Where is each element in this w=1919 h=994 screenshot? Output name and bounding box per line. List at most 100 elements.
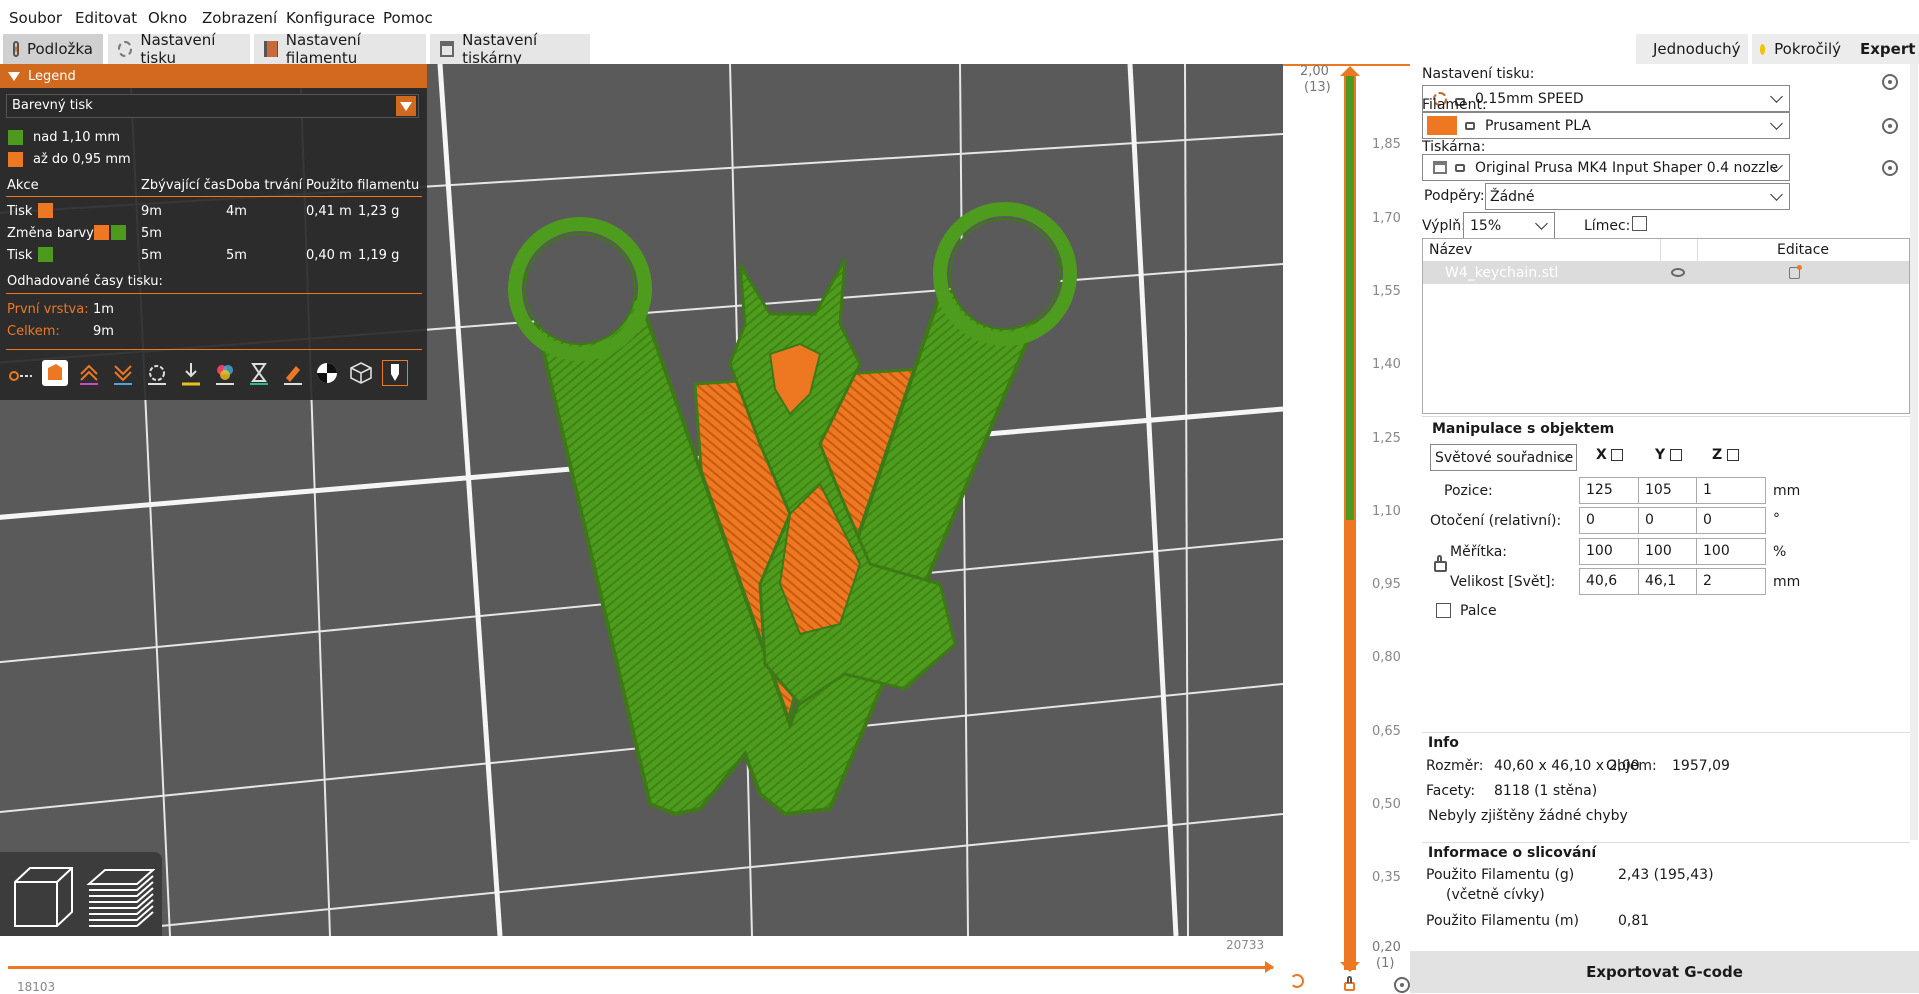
object-row[interactable]: W4_keychain.stl	[1423, 262, 1909, 284]
row-remaining: 5m	[141, 226, 162, 241]
layers-icon[interactable]	[85, 864, 156, 930]
tick-label: 0,35	[1372, 870, 1401, 886]
menu-help[interactable]: Pomoc	[383, 9, 433, 27]
travel-icon[interactable]	[8, 360, 34, 386]
brim-checkbox[interactable]	[1632, 216, 1647, 231]
chevron-down-icon	[1535, 217, 1548, 230]
mode-simple[interactable]: Jednoduchý	[1636, 34, 1748, 64]
printer-label: Tiskárna:	[1422, 139, 1486, 155]
chevron-down-icon	[1770, 117, 1783, 130]
pause-prints-icon[interactable]	[246, 360, 272, 386]
row-duration: 5m	[226, 248, 247, 263]
object-list[interactable]: Název Editace W4_keychain.stl	[1422, 238, 1910, 414]
filament-combo[interactable]: Prusament PLA	[1422, 112, 1790, 139]
brim-label: Límec:	[1584, 218, 1631, 234]
scale-z-input[interactable]: 100	[1696, 538, 1766, 565]
lock-icon	[1455, 163, 1465, 172]
retractions-icon[interactable]	[76, 360, 102, 386]
custom-gcodes-icon[interactable]	[280, 360, 306, 386]
drop-to-bed-icon[interactable]	[1670, 449, 1682, 461]
position-z-input[interactable]: 1	[1696, 477, 1766, 504]
drop-to-bed-icon[interactable]	[1727, 449, 1739, 461]
legend-header[interactable]: Legend	[0, 64, 427, 88]
position-unit: mm	[1773, 483, 1801, 499]
chevron-down-icon	[1770, 188, 1783, 201]
drop-to-bed-icon[interactable]	[1611, 449, 1623, 461]
settings-gear-icon[interactable]	[1882, 160, 1898, 176]
axis-y-label: Y	[1655, 447, 1666, 463]
status-dot-icon	[1847, 45, 1855, 53]
scrollbar[interactable]	[1910, 64, 1918, 840]
color-changes-icon[interactable]	[212, 360, 238, 386]
supports-combo[interactable]: Žádné	[1485, 183, 1790, 210]
tick-label: 1,25	[1372, 430, 1401, 446]
legend-panel: Legend Barevný tisk nad 1,10 mm až do 0,…	[0, 64, 427, 400]
tick-label: 1,40	[1372, 357, 1401, 373]
infill-value: 15%	[1470, 217, 1502, 234]
errors-text: Nebyly zjištěny žádné chyby	[1428, 808, 1628, 824]
printer-combo[interactable]: Original Prusa MK4 Input Shaper 0.4 nozz…	[1422, 154, 1790, 181]
menu-view[interactable]: Zobrazení	[202, 9, 277, 27]
slicing-info-panel: Informace o slicování Použito Filamentu …	[1422, 842, 1910, 935]
slider-handle-top[interactable]	[1340, 66, 1360, 76]
tab-filament-settings[interactable]: Nastavení filamentu	[254, 31, 426, 67]
mode-advanced[interactable]: Pokročilý	[1752, 34, 1849, 64]
horizontal-slider[interactable]: 20733 18103	[0, 936, 1304, 994]
tab-label: Podložka	[26, 40, 93, 58]
uniform-scale-lock-icon[interactable]	[1434, 555, 1447, 572]
column-header: Akce	[7, 178, 39, 193]
info-panel: Info Rozměr: 40,60 x 46,10 x 2,00 Objem:…	[1422, 732, 1910, 829]
eye-icon[interactable]	[1671, 268, 1685, 277]
settings-gear-icon[interactable]	[1882, 118, 1898, 134]
column-header: Použito filamentu	[306, 178, 420, 193]
mode-expert[interactable]: Expert	[1843, 34, 1919, 64]
slider-track-orange	[1344, 522, 1356, 970]
rotation-z-input[interactable]: 0	[1696, 507, 1766, 534]
seams-icon[interactable]	[144, 360, 170, 386]
axis-z-label: Z	[1712, 447, 1723, 463]
export-button-label: Exportovat G-code	[1586, 963, 1743, 981]
tick-label: 0,50	[1372, 797, 1401, 812]
inches-checkbox[interactable]	[1436, 603, 1451, 618]
supports-value: Žádné	[1490, 188, 1535, 205]
tab-printer-settings[interactable]: Nastavení tiskárny	[430, 31, 590, 67]
menu-edit[interactable]: Editovat	[75, 9, 137, 27]
size-info-label: Rozměr:	[1426, 758, 1484, 774]
center-of-gravity-icon[interactable]	[314, 360, 340, 386]
size-label: Velikost [Svět]:	[1450, 574, 1556, 590]
infill-combo[interactable]: 15%	[1463, 212, 1555, 239]
estimated-times-title: Odhadované časy tisku:	[7, 274, 163, 289]
tab-plater[interactable]: Podložka	[3, 34, 103, 64]
view-type-select[interactable]: Barevný tisk	[6, 94, 419, 118]
deretractions-icon[interactable]	[110, 360, 136, 386]
vertical-layer-slider[interactable]: 2,00 (13) 1,85 1,70 1,55 1,40 1,25 1,10 0,95 0,…	[1300, 64, 1410, 993]
lock-icon[interactable]	[1344, 976, 1355, 991]
menu-configuration[interactable]: Konfigurace	[286, 9, 375, 27]
wipe-icon[interactable]	[42, 360, 68, 386]
filament-color-swatch	[1427, 116, 1457, 135]
size-z-input[interactable]: 2	[1696, 568, 1766, 595]
cog-icon[interactable]	[1394, 977, 1410, 993]
collapse-triangle-icon	[8, 71, 20, 81]
slider-track	[8, 966, 1273, 969]
color-swatch	[38, 203, 53, 218]
slider-handle-bottom[interactable]	[1340, 962, 1360, 972]
export-gcode-button[interactable]: Exportovat G-code	[1410, 951, 1919, 993]
tab-print-settings[interactable]: Nastavení tisku	[108, 31, 250, 67]
lock-icon	[1465, 121, 1475, 130]
settings-gear-icon[interactable]	[1882, 74, 1898, 90]
slider-handle-right[interactable]	[1265, 961, 1274, 973]
cube-icon[interactable]	[10, 864, 76, 930]
dropdown-triangle-icon	[400, 102, 412, 111]
coordinate-system-combo[interactable]: Světové souřadnice	[1430, 444, 1577, 471]
tool-changes-icon[interactable]	[178, 360, 204, 386]
tool-marker-icon[interactable]	[382, 360, 408, 386]
legend-toolbar	[8, 358, 422, 388]
top-height-value: 2,00	[1300, 64, 1329, 79]
menu-file[interactable]: Soubor	[9, 9, 62, 27]
menu-window[interactable]: Okno	[148, 9, 187, 27]
supports-label: Podpěry:	[1424, 188, 1485, 204]
row-weight: 1,19 g	[358, 248, 400, 263]
total-label: Celkem:	[7, 324, 60, 339]
shells-icon[interactable]	[348, 360, 374, 386]
